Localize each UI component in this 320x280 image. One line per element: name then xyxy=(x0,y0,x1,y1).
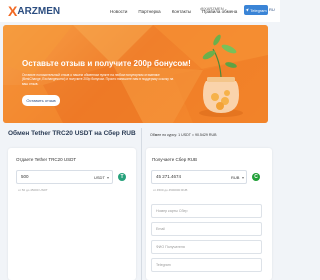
telegram-icon xyxy=(245,8,249,12)
email-placeholder: Email xyxy=(156,227,165,231)
chevron-down-icon[interactable]: ▾ xyxy=(107,175,109,180)
give-card-title: Отдаете Tether TRC20 USDT xyxy=(16,157,77,162)
telegram-button[interactable]: Telegram xyxy=(244,5,268,15)
chevron-down-icon[interactable]: ▾ xyxy=(242,175,244,180)
header: X ARZMEN Новости Партнерка Контакты Прав… xyxy=(0,0,280,22)
tether-coin-icon: T xyxy=(118,173,126,181)
card-number-field[interactable]: Номер карты Сбер xyxy=(151,204,262,218)
give-card: Отдаете Tether TRC20 USDT 500 USDT ▾ T о… xyxy=(8,148,136,280)
exchange-title: Обмен Tether TRC20 USDT на Сбер RUB xyxy=(8,130,136,137)
leave-review-button[interactable]: Оставить отзыв xyxy=(22,95,60,106)
email-field[interactable]: Email xyxy=(151,222,262,236)
give-amount-box: 500 USDT ▾ xyxy=(16,170,113,184)
get-card-title: Получаете Сбер RUB xyxy=(152,157,198,162)
telegram-field[interactable]: Telegram xyxy=(151,258,262,272)
give-limits: от 50 до 45000 USDT xyxy=(18,188,48,192)
nav-item-news[interactable]: Новости xyxy=(110,9,127,14)
sber-coin-icon: С xyxy=(252,173,260,181)
nav-item-partners[interactable]: Партнерка xyxy=(138,9,160,14)
get-currency[interactable]: RUB xyxy=(231,175,239,180)
nav-item-contacts[interactable]: Контакты xyxy=(172,9,191,14)
banner-text: Оставьте положительный отзыв о нашем обм… xyxy=(22,73,174,86)
logo-mark: X xyxy=(8,3,17,19)
exchange-rate: Обмен по курсу: 1 USDT = 90.5429 RUB xyxy=(150,133,217,137)
logo-text: ARZMEN xyxy=(17,5,61,17)
get-amount-input[interactable]: 45 271.4674 xyxy=(156,174,181,179)
telegram-placeholder: Telegram xyxy=(156,263,171,267)
get-amount-box: 45 271.4674 RUB ▾ xyxy=(151,170,247,184)
recipient-name-placeholder: ФИО Получателя xyxy=(156,245,185,249)
banner-title: Оставьте отзыв и получите 200р бонусом! xyxy=(22,59,191,68)
language-switch[interactable]: RU xyxy=(269,7,275,12)
card-number-placeholder: Номер карты Сбер xyxy=(156,209,188,213)
promo-banner: Оставьте отзыв и получите 200р бонусом! … xyxy=(3,25,268,123)
telegram-label: Telegram xyxy=(250,7,267,13)
column-divider xyxy=(141,128,142,280)
main-nav: Новости Партнерка Контакты Правила обмен… xyxy=(110,0,257,22)
give-amount-input[interactable]: 500 xyxy=(21,174,29,179)
give-currency[interactable]: USDT xyxy=(94,175,105,180)
header-contact[interactable]: @XARZMEN xyxy=(200,6,224,11)
get-limits: от 4500 до 4500000 RUB xyxy=(153,188,188,192)
recipient-name-field[interactable]: ФИО Получателя xyxy=(151,240,262,254)
logo[interactable]: X ARZMEN xyxy=(8,3,61,19)
